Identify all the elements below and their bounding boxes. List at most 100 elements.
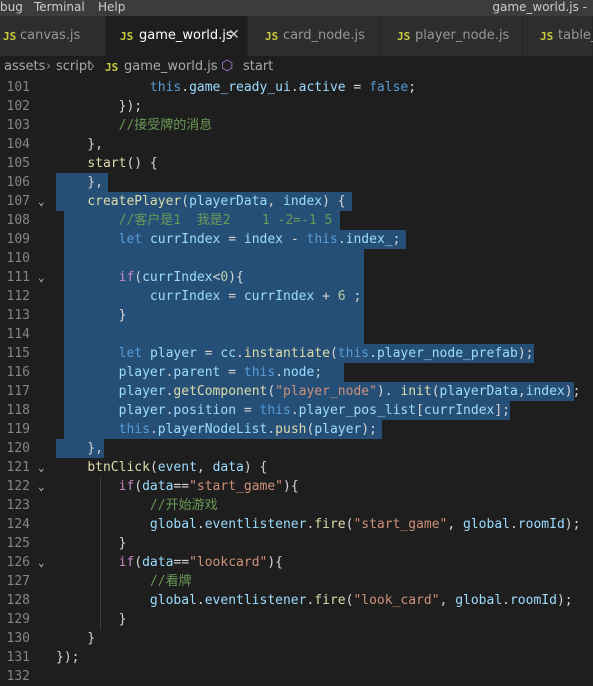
tab-card-node-js[interactable]: JS card_node.js [248, 16, 381, 56]
code-line[interactable]: 123 //开始游戏 [0, 496, 593, 515]
code-token: == [173, 555, 190, 570]
code-editor[interactable]: 101 this.game_ready_ui.active = false; 10… [0, 78, 593, 684]
fold-chevron-icon[interactable]: ⌄ [38, 268, 45, 287]
code-text: this.playerNodeList.push(player); [56, 420, 377, 439]
code-token: init [400, 384, 432, 399]
code-line[interactable]: 101 this.game_ready_ui.active = false; [0, 78, 593, 97]
line-number: 103 [6, 118, 30, 133]
code-token: player [118, 403, 166, 418]
code-line[interactable]: 103 //接受牌的消息 [0, 116, 593, 135]
code-line[interactable]: 117 player.getComponent("player_node"). … [0, 382, 593, 401]
line-number: 126 [6, 555, 30, 570]
code-token: //看牌 [56, 574, 192, 589]
code-text: this.game_ready_ui.active = false; [56, 78, 416, 97]
code-line[interactable]: 105 start() { [0, 154, 593, 173]
code-token: if [118, 270, 135, 285]
fold-chevron-icon[interactable]: ⌄ [38, 458, 45, 477]
code-token: "look_card" [353, 593, 440, 608]
code-line[interactable]: 109 let currIndex = index - this.index_; [0, 230, 593, 249]
code-line[interactable]: 127 //看牌 [0, 572, 593, 591]
tab-canvas-js[interactable]: JS canvas.js [0, 16, 106, 56]
tab-player-node-js[interactable]: JS player_node.js [381, 16, 523, 56]
code-token: }); [56, 650, 80, 665]
breadcrumb-script[interactable]: script [56, 59, 92, 74]
breadcrumb-symbol[interactable]: start [243, 59, 273, 74]
menu-help[interactable]: Help [98, 0, 125, 14]
code-line[interactable]: 104 }, [0, 135, 593, 154]
code-line[interactable]: 129 } [0, 610, 593, 629]
code-line[interactable]: 113 } [0, 306, 593, 325]
code-token: () { [126, 156, 158, 171]
fold-chevron-icon[interactable]: ⌄ [38, 477, 45, 496]
menu-debug[interactable]: bug [0, 0, 23, 14]
js-file-icon: JS [397, 30, 411, 43]
code-token: player [149, 346, 197, 361]
code-text: } [56, 629, 95, 648]
code-line[interactable]: 115 let player = cc.instantiate(this.pla… [0, 344, 593, 363]
js-file-icon: JS [3, 30, 17, 43]
code-token: index [243, 232, 284, 247]
code-token: fire [314, 593, 346, 608]
tab-game-world-js[interactable]: JS game_world.js ✕ [106, 16, 248, 56]
code-line[interactable]: 114 [0, 325, 593, 344]
code-line[interactable]: 118 player.position = this.player_pos_li… [0, 401, 593, 420]
code-line[interactable]: 107 ⌄ createPlayer(playerData, index) { [0, 192, 593, 211]
fold-chevron-icon[interactable]: ⌄ [38, 192, 45, 211]
fold-chevron-icon[interactable]: ⌄ [38, 553, 45, 572]
code-token: ( [134, 479, 143, 494]
code-line[interactable]: 102 }); [0, 97, 593, 116]
code-token: if [118, 479, 135, 494]
line-number: 132 [6, 669, 30, 684]
tab-label: canvas.js [20, 28, 81, 43]
code-line[interactable]: 120 }, [0, 439, 593, 458]
code-line[interactable]: 106 }, [0, 173, 593, 192]
code-line[interactable]: 124 global.eventlistener.fire("start_gam… [0, 515, 593, 534]
code-line[interactable]: 125 } [0, 534, 593, 553]
code-token: index [283, 194, 323, 209]
code-line[interactable]: 122 ⌄ if(data=="start_game"){ [0, 477, 593, 496]
code-token: data [142, 479, 174, 494]
breadcrumb-assets[interactable]: assets [4, 59, 45, 74]
js-file-icon: JS [265, 30, 279, 43]
code-token: . [290, 403, 299, 418]
code-line[interactable]: 126 ⌄ if(data=="lookcard"){ [0, 553, 593, 572]
code-token: this [259, 403, 291, 418]
code-token: [ [416, 403, 424, 418]
code-token: roomId [517, 517, 565, 532]
code-token: global [149, 593, 197, 608]
code-token: this [337, 346, 370, 361]
code-token: position [173, 403, 237, 418]
code-text: }, [56, 173, 103, 192]
code-text: if(data=="start_game"){ [56, 477, 299, 496]
code-line[interactable]: 132 [0, 667, 593, 686]
close-icon[interactable]: ✕ [228, 27, 240, 43]
menu-terminal[interactable]: Terminal [34, 0, 85, 14]
code-line[interactable]: 108 //客户是1 我是2 1 -2=-1 5 [0, 211, 593, 230]
code-line[interactable]: 128 global.eventlistener.fire("look_card… [0, 591, 593, 610]
code-token: ( [134, 555, 143, 570]
code-text: //客户是1 我是2 1 -2=-1 5 [56, 211, 333, 230]
code-line[interactable]: 130 } [0, 629, 593, 648]
code-token: currIndex [243, 289, 315, 304]
tab-label: player_node.js [415, 28, 510, 43]
code-line[interactable]: 121 ⌄ btnClick(event, data) { [0, 458, 593, 477]
code-line[interactable]: 110 [0, 249, 593, 268]
code-line[interactable]: 111 ⌄ if(currIndex<0){ [0, 268, 593, 287]
code-token: eventlistener [204, 593, 307, 608]
code-token: = [196, 346, 221, 361]
editor-tab-bar: JS canvas.js JS game_world.js ✕ JS card_… [0, 16, 593, 56]
code-line[interactable]: 131}); [0, 648, 593, 667]
window-title: game_world.js - [492, 0, 587, 14]
js-file-icon: JS [120, 30, 134, 43]
code-line[interactable]: 112 currIndex = currIndex + 6 ; [0, 287, 593, 306]
tab-table-js[interactable]: JS table_l [523, 16, 593, 56]
code-token: push [275, 422, 307, 437]
code-line[interactable]: 119 this.playerNodeList.push(player); [0, 420, 593, 439]
breadcrumb-file[interactable]: game_world.js [124, 59, 218, 74]
code-line[interactable]: 116 player.parent = this.node; [0, 363, 593, 382]
